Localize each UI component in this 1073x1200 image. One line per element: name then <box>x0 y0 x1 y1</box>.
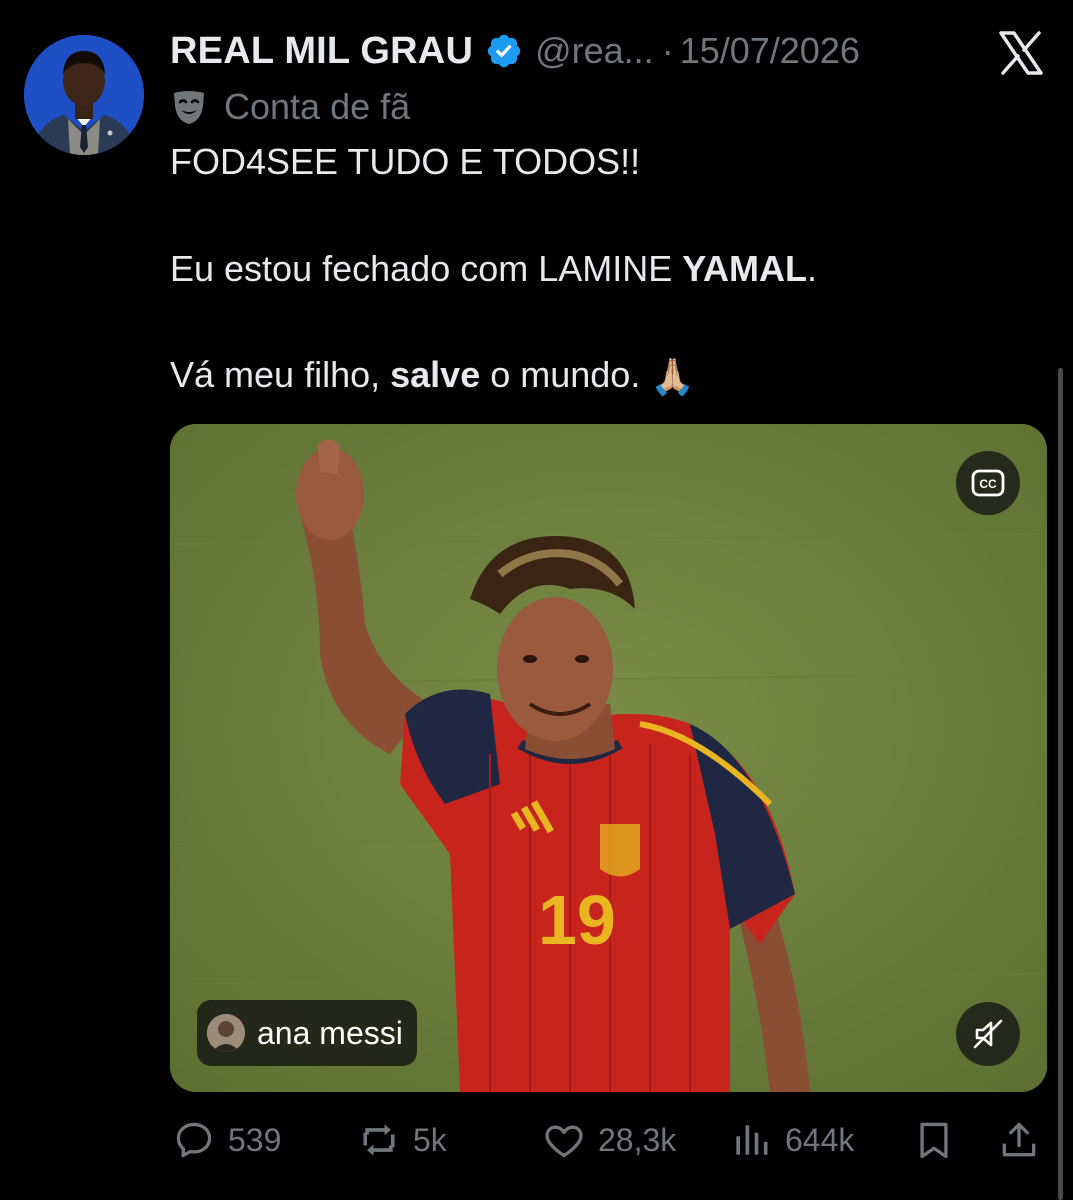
tweet-text-bold: salve <box>390 354 481 395</box>
tweet-text-bold: YAMAL <box>682 248 807 289</box>
bookmark-icon <box>920 1122 948 1159</box>
views-button[interactable]: 644k <box>729 1112 854 1168</box>
closed-captions-button[interactable]: CC <box>956 451 1020 515</box>
heart-icon <box>545 1125 583 1158</box>
tagged-user-avatar <box>207 1014 245 1052</box>
tagged-user-name: ana messi <box>257 1014 403 1051</box>
tweet-text-segment: Vá meu filho, <box>170 354 391 395</box>
reply-icon <box>176 1122 212 1158</box>
theater-mask-icon <box>170 88 208 126</box>
reply-button[interactable]: 539 <box>172 1112 281 1168</box>
tweet-action-bar: 539 5k 28,3k 644k <box>0 1112 1073 1168</box>
tweet-text-line-2: Eu estou fechado com LAMINE YAMAL. <box>170 248 1030 290</box>
view-count: 644k <box>785 1121 855 1158</box>
x-logo-icon <box>998 30 1044 76</box>
svg-text:CC: CC <box>979 477 997 491</box>
tagged-user-chip[interactable]: ana messi <box>197 1000 417 1066</box>
repost-icon <box>363 1124 395 1156</box>
tweet-text-segment: . <box>806 248 817 289</box>
like-count: 28,3k <box>598 1121 677 1158</box>
scrollbar[interactable] <box>1058 368 1063 1200</box>
fan-account-text: Conta de fã <box>224 86 411 127</box>
jersey-number: 19 <box>538 881 616 959</box>
like-button[interactable]: 28,3k <box>542 1112 676 1168</box>
praying-hands-emoji: 🙏🏼 <box>650 356 696 397</box>
repost-button[interactable]: 5k <box>357 1112 447 1168</box>
tweet-text-line-3: Vá meu filho, salve o mundo. 🙏🏼 <box>170 354 1030 398</box>
display-name[interactable]: REAL MIL GRAU <box>170 30 473 73</box>
muted-speaker-icon <box>973 1019 1003 1049</box>
bookmark-button[interactable] <box>912 1112 956 1168</box>
fan-account-label: Conta de fã <box>170 84 410 130</box>
share-icon <box>1002 1122 1036 1157</box>
tweet-text-segment: o mundo. <box>480 354 651 395</box>
repost-count: 5k <box>413 1121 447 1158</box>
tweet-header: REAL MIL GRAU @rea... · 15/07/2026 <box>170 28 860 74</box>
tweet-date[interactable]: 15/07/2026 <box>680 30 860 72</box>
tweet-text-line-1: FOD4SEE TUDO E TODOS!! <box>170 141 641 182</box>
verified-badge-icon <box>485 32 523 70</box>
mute-toggle-button[interactable] <box>956 1002 1020 1066</box>
closed-captions-icon: CC <box>971 469 1005 497</box>
reply-count: 539 <box>228 1121 282 1158</box>
author-avatar[interactable] <box>24 35 144 155</box>
views-chart-icon <box>736 1125 768 1155</box>
tweet-text-segment: Eu estou fechado com LAMINE <box>170 248 683 289</box>
share-button[interactable] <box>997 1112 1041 1168</box>
author-handle[interactable]: @rea... <box>535 30 654 72</box>
header-separator: · <box>661 30 674 71</box>
tweet-video[interactable]: 19 CC ana messi <box>170 424 1047 1092</box>
video-frame: 19 <box>170 424 1047 1092</box>
